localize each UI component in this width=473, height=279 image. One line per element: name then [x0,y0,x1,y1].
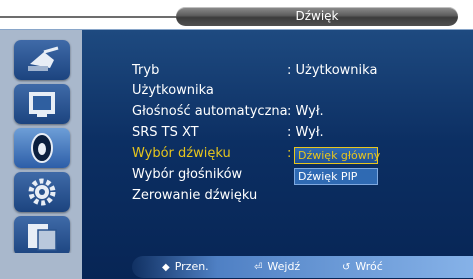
footer-move-label: Przen. [174,260,209,273]
sidebar-item-input[interactable] [14,40,70,80]
menu-item-srs-value: : Wył. [287,125,324,140]
footer-hint-bar: ◆ Przen. ⏎ Wejdź ↺ Wróć [132,256,473,278]
menu-item-auto-volume-label[interactable]: Głośność automatyczna [132,104,288,119]
menu-item-sound-reset-label[interactable]: Zerowanie dźwięku [132,188,257,203]
sidebar-item-picture[interactable] [14,84,70,124]
gear-icon [28,178,56,206]
sound-select-dropdown: Dźwięk główny Dźwięk PIP [294,147,380,189]
menu-item-mode-value: : Użytkownika [287,63,378,78]
menu-item-speaker-select-label[interactable]: Wybór głośników [132,167,242,182]
title-divider-line [0,16,180,18]
page-title: Dźwięk [176,7,458,26]
input-source-icon [28,224,57,251]
menu-item-sound-select-label[interactable]: Wybór dźwięku [132,146,231,161]
menu-item-sound-select-value: : [287,146,292,161]
dropdown-option-main-sound[interactable]: Dźwięk główny [294,147,380,164]
footer-hint-move: ◆ Przen. [162,256,209,278]
sound-icon [31,133,53,163]
enter-icon: ⏎ [254,262,263,273]
menu-item-mode-label[interactable]: Tryb [132,63,159,78]
footer-sidebar-block [0,253,82,278]
menu-item-auto-volume-value: : Wył. [287,104,324,119]
sidebar-item-sound[interactable] [14,128,70,168]
satellite-dish-icon [28,46,59,71]
menu-item-custom-label[interactable]: Użytkownika [132,83,214,98]
sidebar-item-setup[interactable] [14,172,70,212]
footer-enter-label: Wejdź [267,260,301,273]
return-icon: ↺ [342,262,351,273]
sidebar [0,30,82,279]
dropdown-option-pip-sound[interactable]: Dźwięk PIP [294,168,378,185]
footer-return-label: Wróć [355,260,383,273]
footer-bar: ◆ Przen. ⏎ Wejdź ↺ Wróć [0,253,473,278]
menu-item-srs-label[interactable]: SRS TS XT [132,125,199,140]
picture-icon [29,92,55,117]
footer-hint-return: ↺ Wróć [342,256,383,278]
move-arrows-icon: ◆ [162,262,170,273]
menu-panel [0,29,473,279]
sidebar-item-source[interactable] [14,216,70,256]
footer-hint-enter: ⏎ Wejdź [254,256,300,278]
